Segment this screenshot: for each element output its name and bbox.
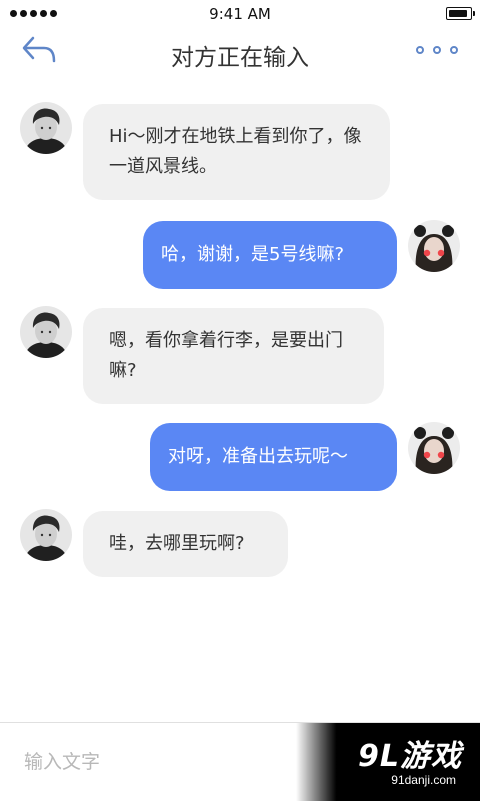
back-button[interactable] [20, 34, 60, 68]
contact-avatar[interactable] [20, 509, 72, 561]
contact-avatar[interactable] [20, 306, 72, 358]
nav-bar: 对方正在输入 [0, 28, 480, 80]
incoming-message-bubble[interactable]: 嗯，看你拿着行李，是要出门嘛? [83, 308, 384, 404]
female-avatar-image [408, 220, 460, 272]
incoming-message-bubble[interactable]: 哇，去哪里玩啊? [83, 511, 288, 577]
status-time: 9:41 AM [209, 5, 271, 23]
page-title: 对方正在输入 [171, 45, 309, 71]
outgoing-message-bubble[interactable]: 对呀，准备出去玩呢～ [150, 423, 397, 491]
more-options-button[interactable] [416, 40, 458, 60]
contact-avatar[interactable] [20, 102, 72, 154]
watermark-brand: 9L游戏 [358, 739, 462, 774]
watermark-logo: 9L游戏 91danji.com [296, 723, 480, 801]
message-input[interactable] [0, 723, 300, 801]
more-dot-icon [450, 46, 458, 54]
status-bar: 9:41 AM [0, 0, 480, 28]
battery-icon [446, 7, 475, 20]
message-input-bar: 9L游戏 91danji.com [0, 722, 480, 801]
watermark-url: 91danji.com [391, 773, 456, 787]
back-arrow-icon [22, 36, 56, 63]
male-avatar-image [20, 306, 72, 358]
my-avatar[interactable] [408, 220, 460, 272]
male-avatar-image [20, 509, 72, 561]
outgoing-message-bubble[interactable]: 哈，谢谢，是5号线嘛? [143, 221, 397, 289]
incoming-message-bubble[interactable]: Hi～刚才在地铁上看到你了，像一道风景线。 [83, 104, 390, 200]
female-avatar-image [408, 422, 460, 474]
male-avatar-image [20, 102, 72, 154]
more-dot-icon [416, 46, 424, 54]
more-dot-icon [433, 46, 441, 54]
my-avatar[interactable] [408, 422, 460, 474]
message-list[interactable]: Hi～刚才在地铁上看到你了，像一道风景线。 哈，谢谢，是5号线嘛? 嗯，看你拿着… [0, 80, 480, 722]
